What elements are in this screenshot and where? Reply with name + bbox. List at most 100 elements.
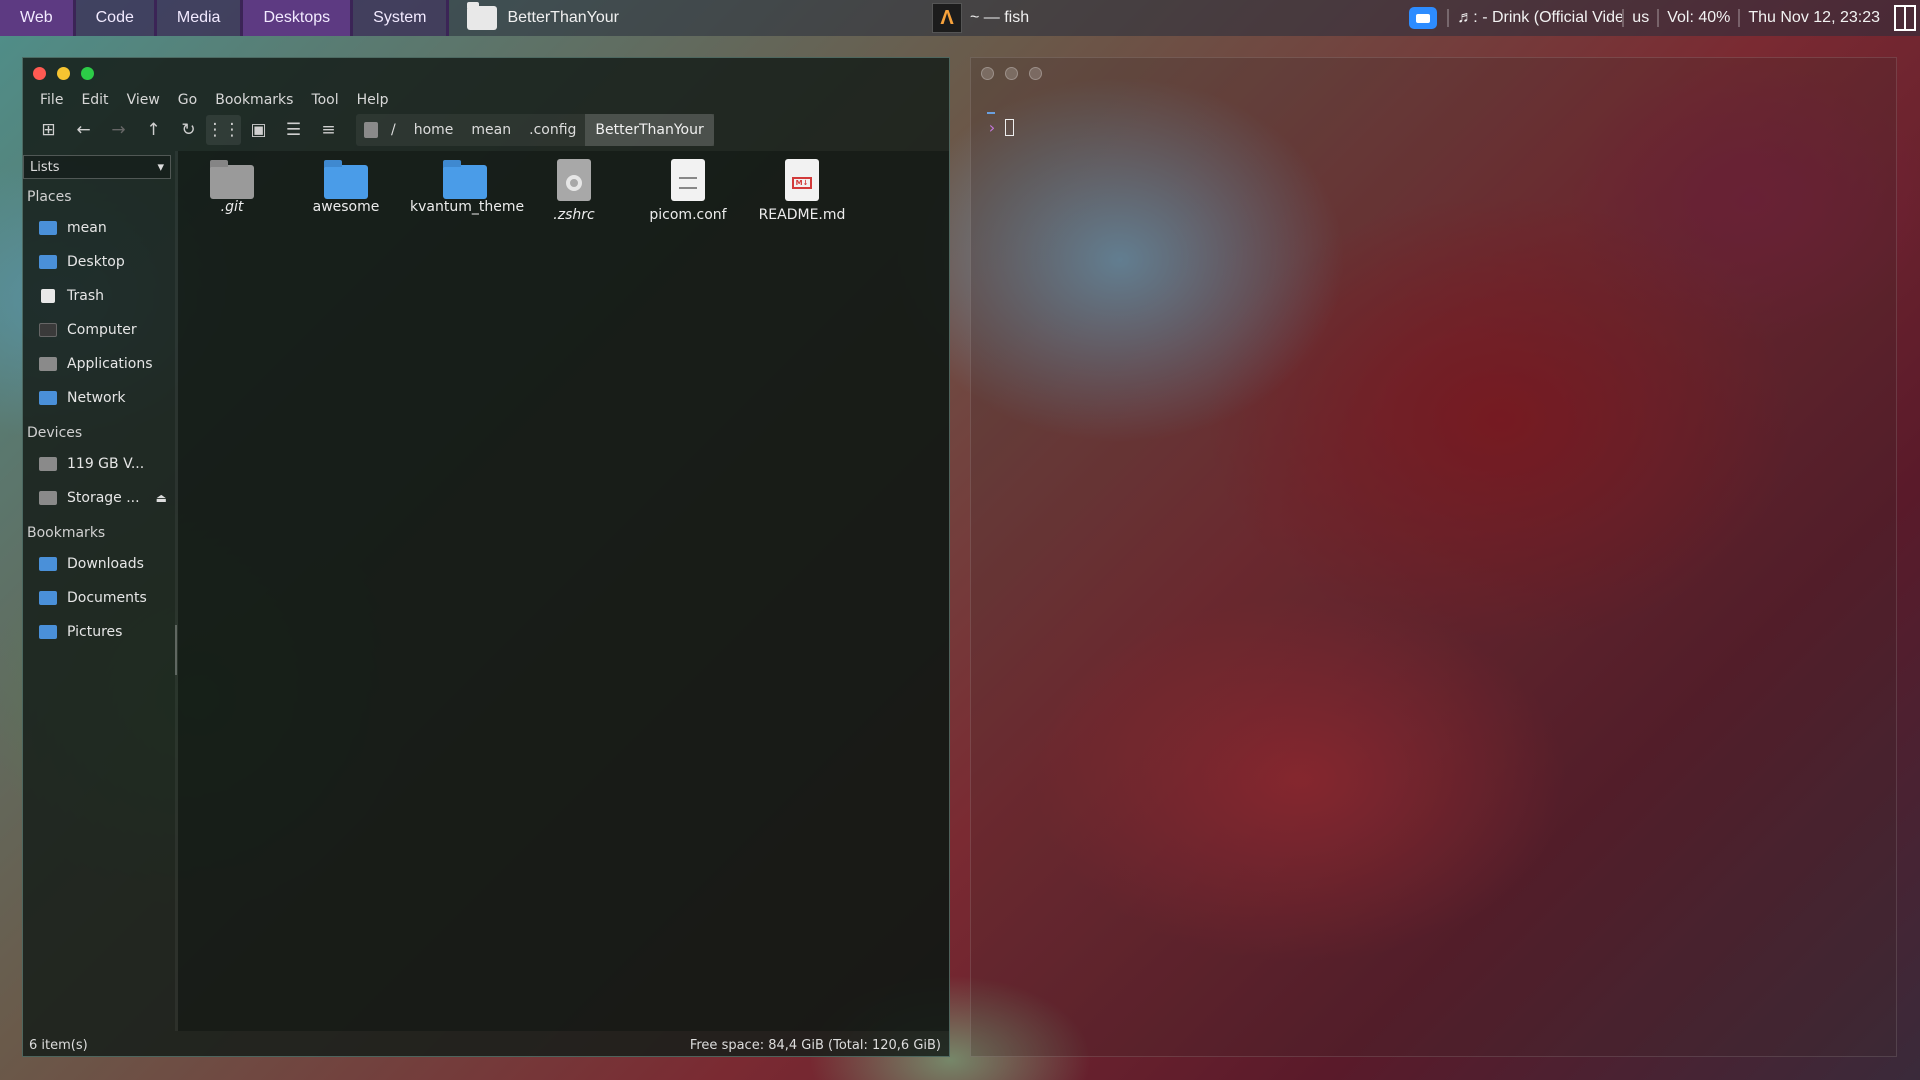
sidebar-item-label: Computer [67, 322, 137, 338]
sidebar-item-label: Desktop [67, 254, 125, 270]
file-item-git[interactable]: .git [182, 159, 282, 215]
folder-icon [467, 2, 498, 30]
minimize-button[interactable] [57, 66, 70, 80]
back-button[interactable]: ← [66, 115, 101, 145]
task-terminal[interactable]: Λ ~ — fish [932, 0, 1029, 36]
sidebar-item-applications[interactable]: Applications [23, 347, 175, 381]
video-call-icon[interactable] [1409, 7, 1438, 29]
file-label: kvantum_theme [410, 199, 525, 215]
sidebar-mode-select[interactable]: Lists ▾ [23, 155, 171, 179]
sidebar-item-computer[interactable]: Computer [23, 313, 175, 347]
sidebar-item-label: Trash [67, 288, 104, 304]
file-label: .git [220, 199, 244, 215]
places-heading: Places [27, 189, 72, 205]
sidebar-item-label: Documents [67, 590, 147, 606]
sidebar-item-desktop[interactable]: Desktop [23, 245, 175, 279]
close-button[interactable] [33, 66, 46, 80]
new-tab-button[interactable]: ⊞ [31, 115, 66, 145]
sidebar-item-mean[interactable]: mean [23, 211, 175, 245]
sidebar-item-label: Storage ... [67, 490, 140, 506]
menubar: File Edit View Go Bookmarks Tool Help [23, 88, 949, 112]
file-item-awesome[interactable]: awesome [296, 159, 396, 215]
sidebar-item-label: Pictures [67, 624, 123, 640]
prompt-line [987, 112, 995, 114]
drive-icon[interactable] [364, 122, 378, 138]
crumb-config[interactable]: .config [520, 114, 585, 146]
up-button[interactable]: ↑ [136, 115, 171, 145]
computer-icon [39, 323, 57, 337]
reload-button[interactable]: ↻ [171, 115, 206, 145]
menu-bookmarks[interactable]: Bookmarks [206, 92, 302, 108]
chevron-down-icon: ▾ [157, 159, 164, 175]
eject-icon[interactable]: ⏏ [156, 491, 167, 505]
toolbar: ⊞ ← → ↑ ↻ ⋮⋮ ▣ ☰ ≡ / home mean .config B… [23, 112, 949, 148]
close-button[interactable] [981, 66, 994, 80]
sidebar: Lists ▾ Places mean Desktop Trash Comput… [23, 151, 175, 1031]
statusbar: 6 item(s) Free space: 84,4 GiB (Total: 1… [23, 1034, 949, 1056]
maximize-button[interactable] [1029, 66, 1042, 80]
crumb-home[interactable]: home [405, 114, 463, 146]
tag-desktops[interactable]: Desktops [243, 0, 354, 36]
window-titlebar [971, 58, 1896, 88]
volume-status[interactable]: Vol: 40% [1657, 9, 1738, 27]
menu-tool[interactable]: Tool [302, 92, 347, 108]
sidebar-item-downloads[interactable]: Downloads [23, 547, 175, 581]
menu-help[interactable]: Help [348, 92, 398, 108]
file-label: awesome [312, 199, 380, 215]
sidebar-item-label: Applications [67, 356, 153, 372]
crumb-root[interactable]: / [382, 114, 405, 146]
menu-edit[interactable]: Edit [72, 92, 117, 108]
folder-icon [443, 160, 487, 199]
menu-go[interactable]: Go [169, 92, 206, 108]
tag-code[interactable]: Code [75, 0, 157, 36]
file-item-kvantum-theme[interactable]: kvantum_theme [410, 159, 525, 215]
detail-view-button[interactable]: ≡ [311, 115, 346, 145]
file-item-zshrc[interactable]: .zshrc [524, 159, 624, 223]
tag-media[interactable]: Media [156, 0, 244, 36]
file-view[interactable]: .git awesome kvantum_theme .zshrc picom.… [178, 151, 949, 1031]
terminal-app-icon: Λ [932, 3, 962, 33]
item-count: 6 item(s) [29, 1037, 88, 1053]
maximize-button[interactable] [81, 66, 94, 80]
task-file-manager-label: BetterThanYour [507, 9, 619, 26]
terminal-window[interactable]: › [970, 57, 1897, 1057]
applications-icon [39, 357, 57, 371]
menu-file[interactable]: File [31, 92, 72, 108]
icon-view-button[interactable]: ⋮⋮ [206, 115, 241, 145]
crumb-mean[interactable]: mean [462, 114, 520, 146]
home-folder-icon [39, 221, 57, 235]
file-label: picom.conf [649, 207, 727, 223]
sidebar-item-label: 119 GB V... [67, 456, 145, 472]
desktop-icon [39, 255, 57, 269]
menu-view[interactable]: View [118, 92, 169, 108]
sidebar-item-storage[interactable]: Storage ... ⏏ [23, 481, 175, 515]
drive-icon [39, 491, 57, 505]
sidebar-item-trash[interactable]: Trash [23, 279, 175, 313]
crumb-current[interactable]: BetterThanYour [585, 114, 714, 146]
layout-tile-icon[interactable] [1894, 5, 1916, 31]
sidebar-item-documents[interactable]: Documents [23, 581, 175, 615]
file-label: README.md [758, 207, 846, 223]
sidebar-scrollbar-thumb[interactable] [175, 625, 177, 675]
sidebar-item-network[interactable]: Network [23, 381, 175, 415]
tag-web[interactable]: Web [0, 0, 76, 36]
bookmarks-heading: Bookmarks [27, 525, 106, 541]
forward-button[interactable]: → [101, 115, 136, 145]
text-cursor [1004, 119, 1014, 136]
shell-prompt: › [987, 112, 1014, 137]
keyboard-layout[interactable]: us [1622, 9, 1657, 27]
thumbnail-view-button[interactable]: ▣ [241, 115, 276, 145]
tag-system[interactable]: System [353, 0, 450, 36]
compact-view-button[interactable]: ☰ [276, 115, 311, 145]
music-status[interactable]: ♬: - Drink (Official Video [1447, 9, 1622, 27]
minimize-button[interactable] [1005, 66, 1018, 80]
task-terminal-label: ~ — fish [970, 9, 1030, 26]
task-file-manager[interactable]: BetterThanYour [455, 0, 630, 36]
free-space: Free space: 84,4 GiB (Total: 120,6 GiB) [689, 1037, 941, 1053]
file-item-picom-conf[interactable]: picom.conf [638, 159, 738, 223]
file-item-readme[interactable]: M↓ README.md [752, 159, 852, 223]
top-panel: Web Code Media Desktops System BetterTha… [0, 0, 1920, 36]
sidebar-item-volume[interactable]: 119 GB V... [23, 447, 175, 481]
sidebar-item-pictures[interactable]: Pictures [23, 615, 175, 649]
sidebar-item-label: Network [67, 390, 126, 406]
